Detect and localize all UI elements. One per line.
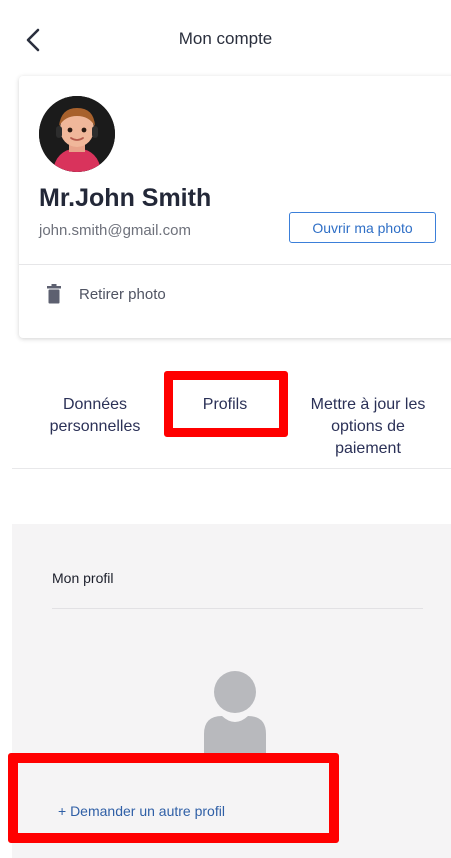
- user-email: john.smith@gmail.com: [39, 222, 191, 239]
- trash-icon: [47, 284, 61, 304]
- avatar[interactable]: [39, 96, 115, 172]
- header: Mon compte: [0, 0, 451, 80]
- user-name: Mr.John Smith: [39, 184, 212, 212]
- page-title: Mon compte: [178, 29, 273, 48]
- tabs-divider: [12, 468, 451, 469]
- panel-title: Mon profil: [52, 570, 114, 586]
- tab-bar: Données personnelles Profils Mettre à jo…: [0, 370, 451, 470]
- account-card: Mr.John Smith john.smith@gmail.com Ouvri…: [19, 76, 451, 338]
- open-photo-button[interactable]: Ouvrir ma photo: [289, 212, 436, 243]
- request-another-profile-link[interactable]: + Demander un autre profil: [58, 803, 225, 819]
- tab-profiles[interactable]: Profils: [165, 394, 285, 416]
- avatar-illustration: [39, 96, 115, 172]
- remove-photo-label: Retirer photo: [79, 285, 166, 303]
- tab-personal-data[interactable]: Données personnelles: [30, 394, 160, 438]
- tab-payment-options[interactable]: Mettre à jour les options de paiement: [298, 394, 438, 460]
- panel-divider: [52, 608, 423, 609]
- remove-photo-button[interactable]: Retirer photo: [47, 284, 166, 304]
- user-placeholder-icon: [200, 670, 270, 760]
- card-divider: [19, 264, 451, 265]
